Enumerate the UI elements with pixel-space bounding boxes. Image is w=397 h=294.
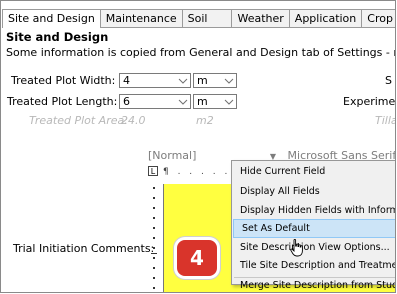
menu-item-display-all-fields[interactable]: Display All Fields <box>232 182 395 201</box>
chevron-down-icon[interactable] <box>223 75 235 87</box>
ruler-tick <box>153 207 155 209</box>
treated-plot-width-value: 4 <box>123 74 130 87</box>
window-frame: Site and Design Maintenance Soil Weather… <box>0 0 396 293</box>
menu-item-site-description-view-options[interactable]: Site Description View Options... <box>232 238 395 257</box>
right-label-experiment: Experimen <box>343 95 396 108</box>
chevron-down-icon[interactable] <box>177 96 189 108</box>
context-menu: Hide Current Field Display All Fields Di… <box>231 160 395 291</box>
info-text: Some information is copied from General … <box>6 46 395 59</box>
menu-item-set-as-default[interactable]: Set As Default <box>233 219 395 238</box>
tab-bar: Site and Design Maintenance Soil Weather… <box>2 9 395 28</box>
tab-crop-stage[interactable]: Crop Stage at Appl. <box>361 9 395 27</box>
treated-plot-length-unit-select[interactable]: m <box>193 94 237 109</box>
ruler-tick <box>153 267 155 269</box>
tab-application[interactable]: Application <box>288 9 363 27</box>
tab-stop-selector[interactable]: L <box>148 166 158 176</box>
ruler-tick <box>153 257 155 259</box>
treated-plot-area-value: 24.0 <box>121 114 146 127</box>
trial-initiation-comments-label: Trial Initiation Comments: <box>13 242 155 255</box>
section-title: Site and Design <box>6 30 109 44</box>
treated-plot-area-unit: m2 <box>196 114 214 127</box>
treated-plot-width-field[interactable]: 4 <box>119 73 191 88</box>
ruler-tick <box>153 287 155 289</box>
menu-item-hide-current-field[interactable]: Hide Current Field <box>232 162 395 181</box>
treated-plot-area-label: Treated Plot Area: <box>29 114 128 127</box>
ruler-tick <box>153 197 155 199</box>
ruler-tick <box>153 187 155 189</box>
treated-plot-length-value: 6 <box>123 95 130 108</box>
ruler-tick <box>153 277 155 279</box>
step-badge: 4 <box>177 240 217 276</box>
treated-plot-width-unit-select[interactable]: m <box>193 73 237 88</box>
treated-plot-length-field[interactable]: 6 <box>119 94 191 109</box>
treated-plot-width-label: Treated Plot Width: <box>11 74 116 87</box>
ruler-tick <box>153 217 155 219</box>
right-label-s: S <box>385 74 392 87</box>
menu-item-merge-site-description[interactable]: Merge Site Description from Study... <box>232 279 395 292</box>
chevron-down-icon[interactable] <box>223 96 235 108</box>
ruler-tick <box>153 227 155 229</box>
tab-maintenance[interactable]: Maintenance <box>99 9 183 27</box>
tab-site-and-design[interactable]: Site and Design <box>2 9 101 28</box>
menu-item-display-hidden-fields[interactable]: Display Hidden Fields with Information <box>232 201 395 220</box>
treated-plot-length-label: Treated Plot Length: <box>7 95 118 108</box>
right-label-tillage: Tilla <box>375 114 396 127</box>
ruler-tick <box>153 237 155 239</box>
menu-item-tile-site-description[interactable]: Tile Site Description and Treatment Edit… <box>232 256 395 275</box>
treated-plot-length-unit: m <box>197 95 208 108</box>
hand-pointer-icon <box>290 239 303 257</box>
style-select[interactable]: [Normal] <box>148 149 196 162</box>
menu-separator <box>234 277 395 278</box>
chevron-down-icon[interactable] <box>177 75 189 87</box>
vertical-ruler <box>151 183 157 292</box>
treated-plot-width-unit: m <box>197 74 208 87</box>
tab-soil[interactable]: Soil <box>181 9 233 27</box>
tab-weather[interactable]: Weather <box>231 9 290 27</box>
